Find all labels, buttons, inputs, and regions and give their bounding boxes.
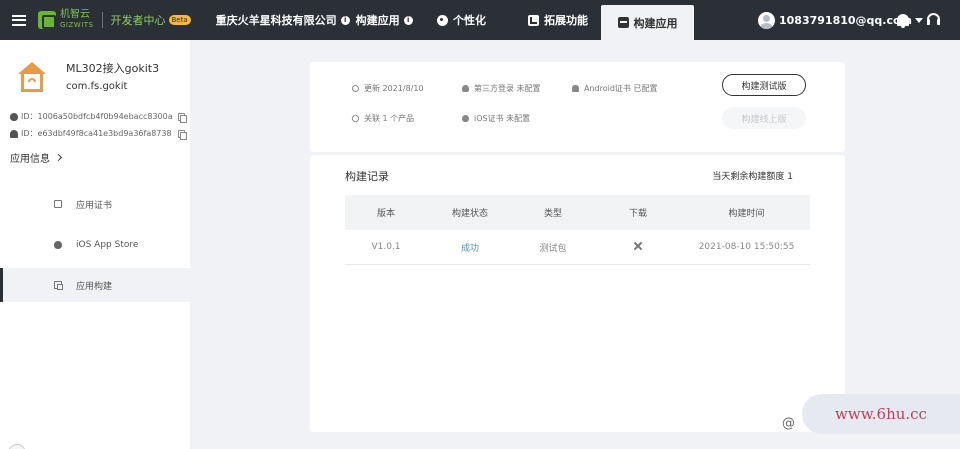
android-cert-meta: Android证书 已配置: [572, 83, 657, 94]
updated-text: 更新 2021/8/10: [364, 84, 424, 93]
avatar: [758, 11, 775, 29]
build-test-button[interactable]: 构建测试版: [722, 74, 806, 96]
tab-personalize[interactable]: 个性化: [437, 0, 486, 40]
third-party-text: 第三方登录 未配置: [474, 84, 541, 93]
ios-id-row: ID：1006a50bdfcb4f0b94ebacc8300a...: [10, 111, 187, 123]
column-header: 类型: [543, 209, 562, 219]
android-icon: [572, 85, 579, 92]
app-info-label: 应用信息: [10, 154, 50, 165]
android-cert-text: Android证书 已配置: [584, 84, 658, 93]
watermark-at: @: [782, 416, 795, 431]
clock-icon: [352, 85, 359, 92]
download-cell: [593, 241, 683, 254]
build-quota: 当天剩余构建额度 1: [712, 172, 793, 182]
android-id-row: ID：e63dbf49f8ca41e3bd9a36fa8738...: [10, 128, 187, 140]
palette-icon: [437, 14, 448, 26]
tab-build-app[interactable]: 构建应用: [601, 5, 694, 40]
app-package: com.fs.gokit: [66, 81, 128, 92]
apple-icon: [462, 115, 469, 122]
records-title: 构建记录: [345, 170, 389, 183]
bell-icon[interactable]: [897, 14, 909, 28]
top-bar: 机智云 GIZWITS 开发者中心 Beta 重庆火羊星科技有限公司 i 构建应…: [0, 0, 960, 40]
logo[interactable]: 机智云 GIZWITS: [38, 10, 94, 30]
dev-center-title: 开发者中心 Beta: [111, 12, 191, 28]
app-info-link[interactable]: 应用信息: [10, 150, 63, 165]
type-cell: 测试包: [539, 243, 567, 254]
sidebar-item-label: iOS App Store: [76, 240, 139, 250]
table-row: V1.0.1 成功 测试包 2021-08-10 15:50:55: [345, 230, 810, 265]
logo-mark-icon: [38, 11, 56, 29]
logo-en: GIZWITS: [60, 21, 94, 29]
info-icon: i: [340, 15, 350, 25]
company-name: 重庆火羊星科技有限公司: [215, 14, 337, 27]
puzzle-icon: [528, 14, 539, 26]
info-icon: i: [403, 15, 413, 25]
menu-icon[interactable]: [12, 14, 26, 26]
user-icon: [462, 85, 469, 92]
tab-label: 个性化: [453, 14, 486, 27]
tab-extensions[interactable]: 拓展功能: [528, 0, 588, 40]
table-header: 版本 构建状态 类型 下载 构建时间: [345, 195, 810, 230]
dev-center-label: 开发者中心: [110, 14, 166, 27]
sidebar-item-app-certificate[interactable]: 应用证书: [0, 187, 190, 221]
breadcrumb[interactable]: 构建应用 i: [356, 12, 413, 28]
watermark: www.6hu.cc: [802, 394, 960, 434]
chevron-down-icon: [915, 17, 924, 23]
tab-label: 构建应用: [633, 16, 678, 30]
column-header: 构建时间: [728, 209, 765, 219]
user-email: 1083791810@qq.com: [779, 13, 913, 27]
version-cell: V1.0.1: [371, 242, 401, 252]
column-header: 构建状态: [451, 209, 488, 219]
breadcrumb-label: 构建应用: [355, 14, 400, 27]
certificate-icon: [54, 200, 62, 208]
app-icon: [16, 62, 48, 94]
link-icon: [350, 113, 361, 124]
app-name: ML302接入gokit3: [66, 62, 160, 75]
records-table: 版本 构建状态 类型 下载 构建时间 V1.0.1 成功 测试包 2021-08…: [345, 195, 810, 265]
apple-icon: [10, 112, 18, 121]
status-cell: 成功: [460, 243, 479, 254]
divider: [101, 12, 103, 28]
company-selector[interactable]: 重庆火羊星科技有限公司 i: [216, 12, 350, 28]
sidebar-item-label: 应用构建: [76, 281, 113, 292]
beta-badge: Beta: [168, 15, 191, 25]
tab-label: 拓展功能: [544, 14, 588, 27]
column-header: 版本: [376, 209, 395, 219]
sidebar-item-label: 应用证书: [76, 200, 113, 211]
ios-id: ID：1006a50bdfcb4f0b94ebacc8300a...: [21, 112, 172, 121]
build-release-button: 构建线上版: [722, 107, 806, 129]
box-icon: [617, 17, 629, 28]
ios-cert-meta: iOS证书 未配置: [462, 113, 530, 124]
linked-text: 关联 1 个产品: [364, 114, 415, 123]
android-id: ID：e63dbf49f8ca41e3bd9a36fa8738...: [21, 129, 172, 138]
sidebar-item-app-build[interactable]: 应用构建: [0, 268, 190, 302]
chevron-right-icon: [54, 153, 63, 162]
third-party-meta: 第三方登录 未配置: [462, 83, 541, 94]
sidebar: ML302接入gokit3 com.fs.gokit ID：1006a50bdf…: [0, 40, 190, 449]
build-records-card: 构建记录 当天剩余构建额度 1 版本 构建状态 类型 下载 构建时间 V1.0.…: [310, 155, 845, 432]
build-time-cell: 2021-08-10 15:50:55: [698, 242, 795, 252]
linked-meta: 关联 1 个产品: [350, 113, 415, 124]
copy-icon[interactable]: [178, 129, 187, 140]
updated-meta: 更新 2021/8/10: [352, 83, 424, 94]
watermark-text: www.6hu.cc: [835, 405, 927, 423]
copy-icon[interactable]: [178, 112, 187, 123]
build-info-card: 更新 2021/8/10 第三方登录 未配置 Android证书 已配置 关联 …: [310, 62, 845, 152]
download-icon[interactable]: [633, 241, 643, 251]
sidebar-item-ios-app-store[interactable]: iOS App Store: [0, 228, 190, 262]
apple-icon: [54, 241, 62, 249]
android-icon: [10, 129, 18, 138]
ios-cert-text: iOS证书 未配置: [474, 114, 531, 123]
logo-cn: 机智云: [60, 9, 90, 20]
column-header: 下载: [628, 209, 647, 219]
build-icon: [54, 281, 63, 290]
headset-icon[interactable]: [927, 13, 940, 25]
